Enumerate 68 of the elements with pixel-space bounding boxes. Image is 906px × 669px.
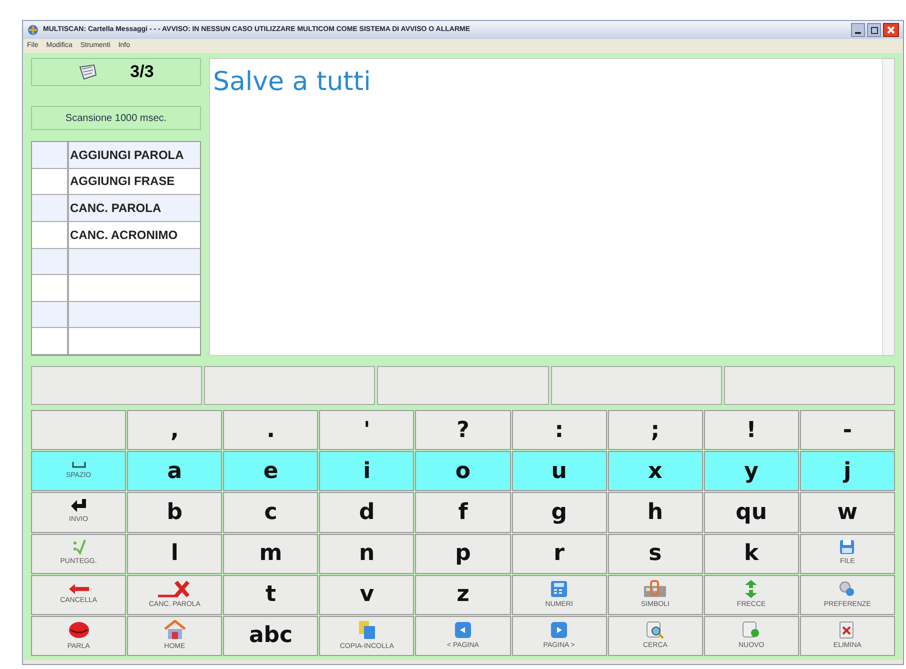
command-item[interactable]: CANC. ACRONIMO — [69, 222, 200, 248]
space-icon — [72, 461, 86, 469]
letter-key[interactable]: , — [127, 410, 222, 450]
maximize-button[interactable] — [867, 23, 881, 37]
letter-key[interactable]: b — [127, 492, 222, 533]
letter-key[interactable]: z — [415, 574, 511, 615]
magnifier-icon — [645, 620, 666, 639]
letter-key[interactable]: u — [512, 451, 607, 492]
letter-key[interactable]: g — [512, 492, 607, 533]
enter-arrow-icon — [70, 499, 87, 514]
message-text: Salve a tutti — [212, 66, 372, 99]
keyboard-icon — [643, 580, 668, 598]
cross-icon — [158, 580, 192, 598]
suggestion-slot[interactable] — [31, 366, 202, 405]
double-arrow-icon — [744, 580, 758, 598]
letter-key[interactable]: p — [415, 534, 511, 574]
suggestion-slot[interactable] — [724, 366, 896, 405]
letter-key[interactable]: y — [704, 451, 799, 492]
close-icon — [887, 26, 895, 34]
letter-key[interactable]: ; — [608, 410, 703, 450]
punctuation-icon — [72, 539, 86, 556]
letter-key[interactable]: x — [608, 451, 703, 492]
page-icon — [454, 620, 472, 639]
house-icon — [164, 620, 186, 640]
scan-speed-label: Scansione 1000 msec. — [31, 106, 201, 130]
calculator-icon — [550, 580, 568, 598]
letter-key[interactable]: d — [319, 492, 414, 533]
letter-key[interactable]: qu — [704, 492, 799, 533]
clipboard-icon — [358, 620, 376, 640]
new-document-icon — [741, 620, 762, 639]
letter-key[interactable]: ' — [319, 410, 414, 450]
letter-key[interactable]: e — [223, 451, 318, 492]
app-icon — [27, 24, 39, 36]
suggestion-slot[interactable] — [204, 366, 376, 405]
letter-key[interactable]: ! — [704, 410, 799, 450]
close-button[interactable] — [883, 23, 899, 37]
letter-key[interactable]: r — [512, 534, 607, 574]
command-item[interactable]: AGGIUNGI FRASE — [69, 168, 200, 194]
blank-key[interactable] — [31, 410, 126, 450]
letter-key[interactable]: k — [704, 534, 799, 574]
letter-key[interactable]: l — [127, 534, 222, 574]
letter-key[interactable]: t — [223, 574, 318, 615]
left-arrow-icon — [68, 584, 89, 594]
letter-key[interactable]: w — [800, 492, 895, 533]
letter-key[interactable]: h — [608, 492, 703, 533]
letter-key[interactable]: s — [608, 534, 703, 574]
letter-key[interactable]: n — [319, 534, 414, 574]
minimize-button[interactable] — [851, 23, 865, 37]
page-counter: 3/3 — [130, 61, 154, 84]
lips-icon — [68, 620, 90, 640]
letter-key[interactable]: m — [223, 534, 318, 574]
letter-key[interactable]: v — [319, 574, 414, 615]
letter-key[interactable]: j — [800, 451, 895, 492]
letter-key[interactable]: abc — [223, 616, 318, 656]
delete-document-icon — [838, 620, 856, 639]
letter-key[interactable]: : — [512, 410, 607, 450]
letter-key[interactable]: o — [415, 451, 511, 492]
letter-key[interactable]: ? — [415, 410, 511, 450]
page-icon — [550, 620, 568, 639]
letter-key[interactable]: a — [127, 451, 222, 492]
suggestion-slot[interactable] — [550, 366, 722, 405]
letter-key[interactable]: . — [223, 410, 318, 450]
letter-key[interactable]: c — [223, 492, 318, 533]
suggestion-slot[interactable] — [377, 366, 549, 405]
letter-key[interactable]: f — [415, 492, 511, 533]
letter-key[interactable]: i — [319, 451, 414, 492]
letter-key[interactable]: - — [800, 410, 895, 450]
notepad-icon — [78, 64, 98, 80]
